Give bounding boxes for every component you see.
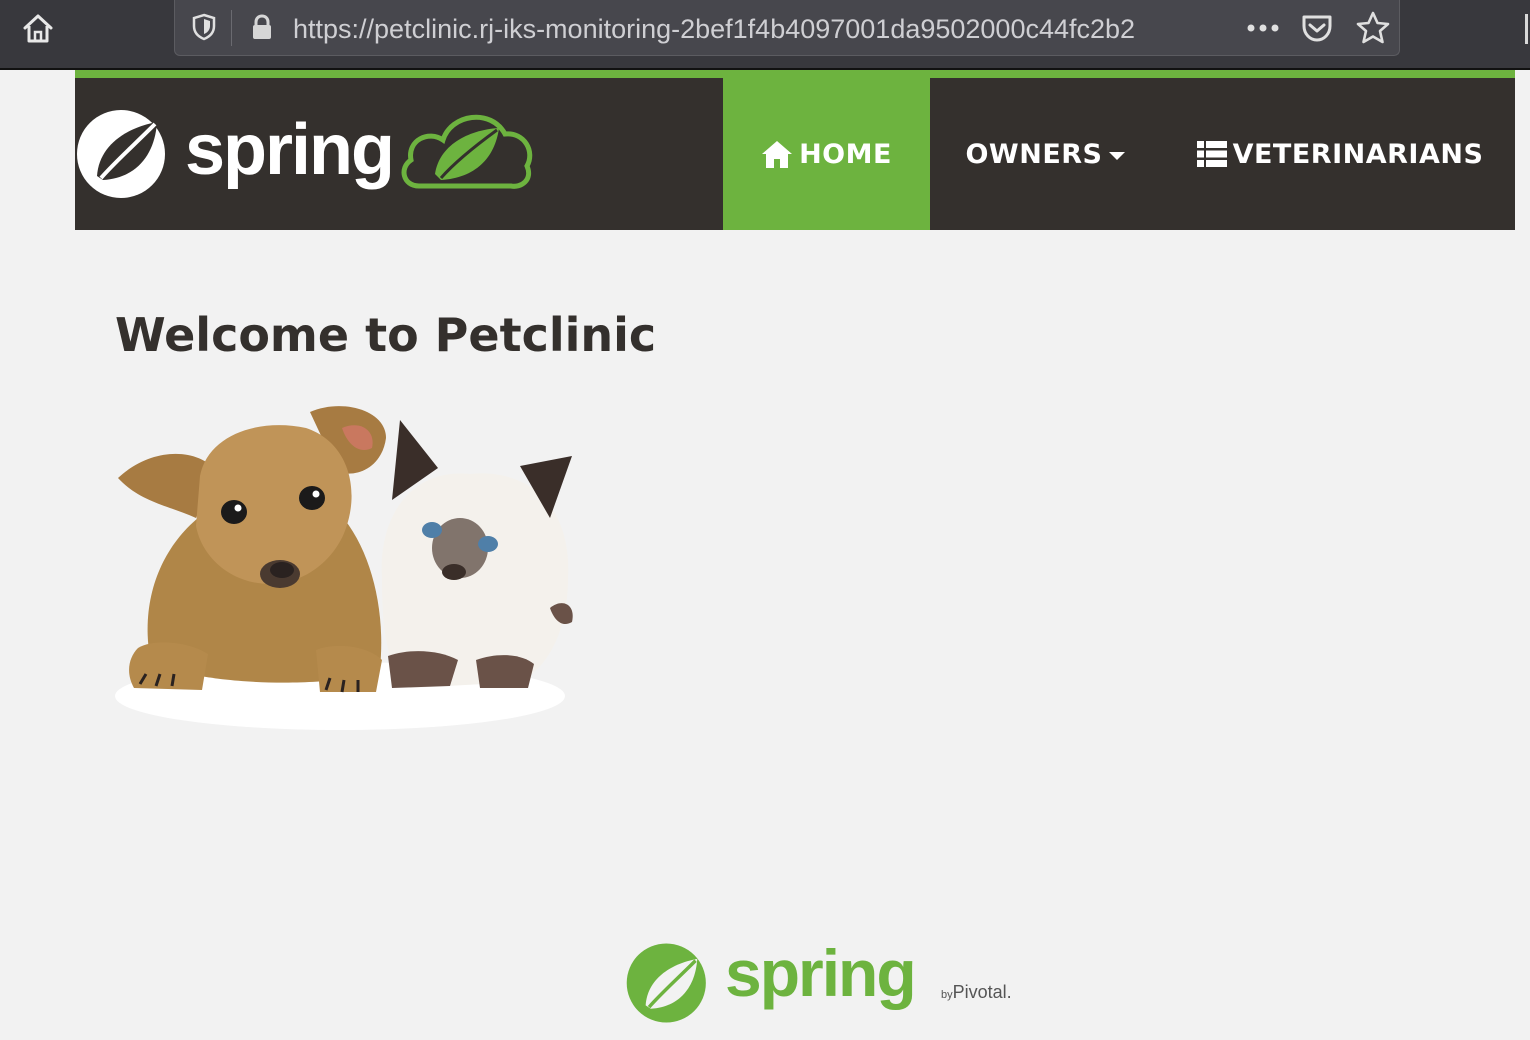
brand-wordmark: spring — [185, 110, 395, 190]
spring-leaf-icon — [626, 943, 706, 1023]
star-icon[interactable] — [1355, 10, 1391, 46]
lock-icon[interactable] — [247, 12, 277, 42]
pets-image — [115, 406, 573, 730]
cloud-leaf-icon — [401, 114, 533, 189]
footer-by-prefix: by — [941, 989, 953, 1001]
nav-home[interactable]: HOME — [723, 78, 930, 230]
url-separator — [231, 10, 232, 46]
brand-logo[interactable]: spring — [75, 94, 535, 204]
nav-veterinarians-label: VETERINARIANS — [1232, 138, 1484, 170]
browser-toolbar: https://petclinic.rj-iks-monitoring-2bef… — [0, 0, 1530, 70]
pocket-icon[interactable] — [1299, 10, 1335, 46]
nav-veterinarians[interactable]: VETERINARIANS — [1175, 78, 1505, 230]
shield-icon[interactable] — [189, 12, 219, 42]
window-edge — [1525, 14, 1528, 44]
more-icon[interactable] — [1241, 10, 1285, 46]
list-icon — [1196, 140, 1227, 168]
home-icon — [761, 139, 793, 169]
nav-home-label: HOME — [799, 138, 892, 170]
navbar: spring HOME OWNERS VETERINARIANS — [75, 70, 1515, 230]
spring-leaf-icon — [77, 110, 165, 198]
footer-wordmark: spring — [725, 936, 917, 1010]
page-title: Welcome to Petclinic — [115, 308, 657, 362]
url-bar[interactable]: https://petclinic.rj-iks-monitoring-2bef… — [174, 0, 1400, 56]
footer-pivotal-text: byPivotal. — [941, 982, 1012, 1003]
nav-owners[interactable]: OWNERS — [930, 78, 1160, 230]
browser-home-button[interactable] — [18, 8, 58, 48]
url-text[interactable]: https://petclinic.rj-iks-monitoring-2bef… — [293, 12, 1229, 46]
footer-pivotal-label: Pivotal. — [952, 982, 1012, 1002]
nav-owners-label: OWNERS — [965, 138, 1103, 170]
caret-down-icon — [1108, 152, 1125, 160]
footer-spring-logo: spring byPivotal. — [625, 938, 1025, 1028]
home-icon — [23, 14, 53, 43]
